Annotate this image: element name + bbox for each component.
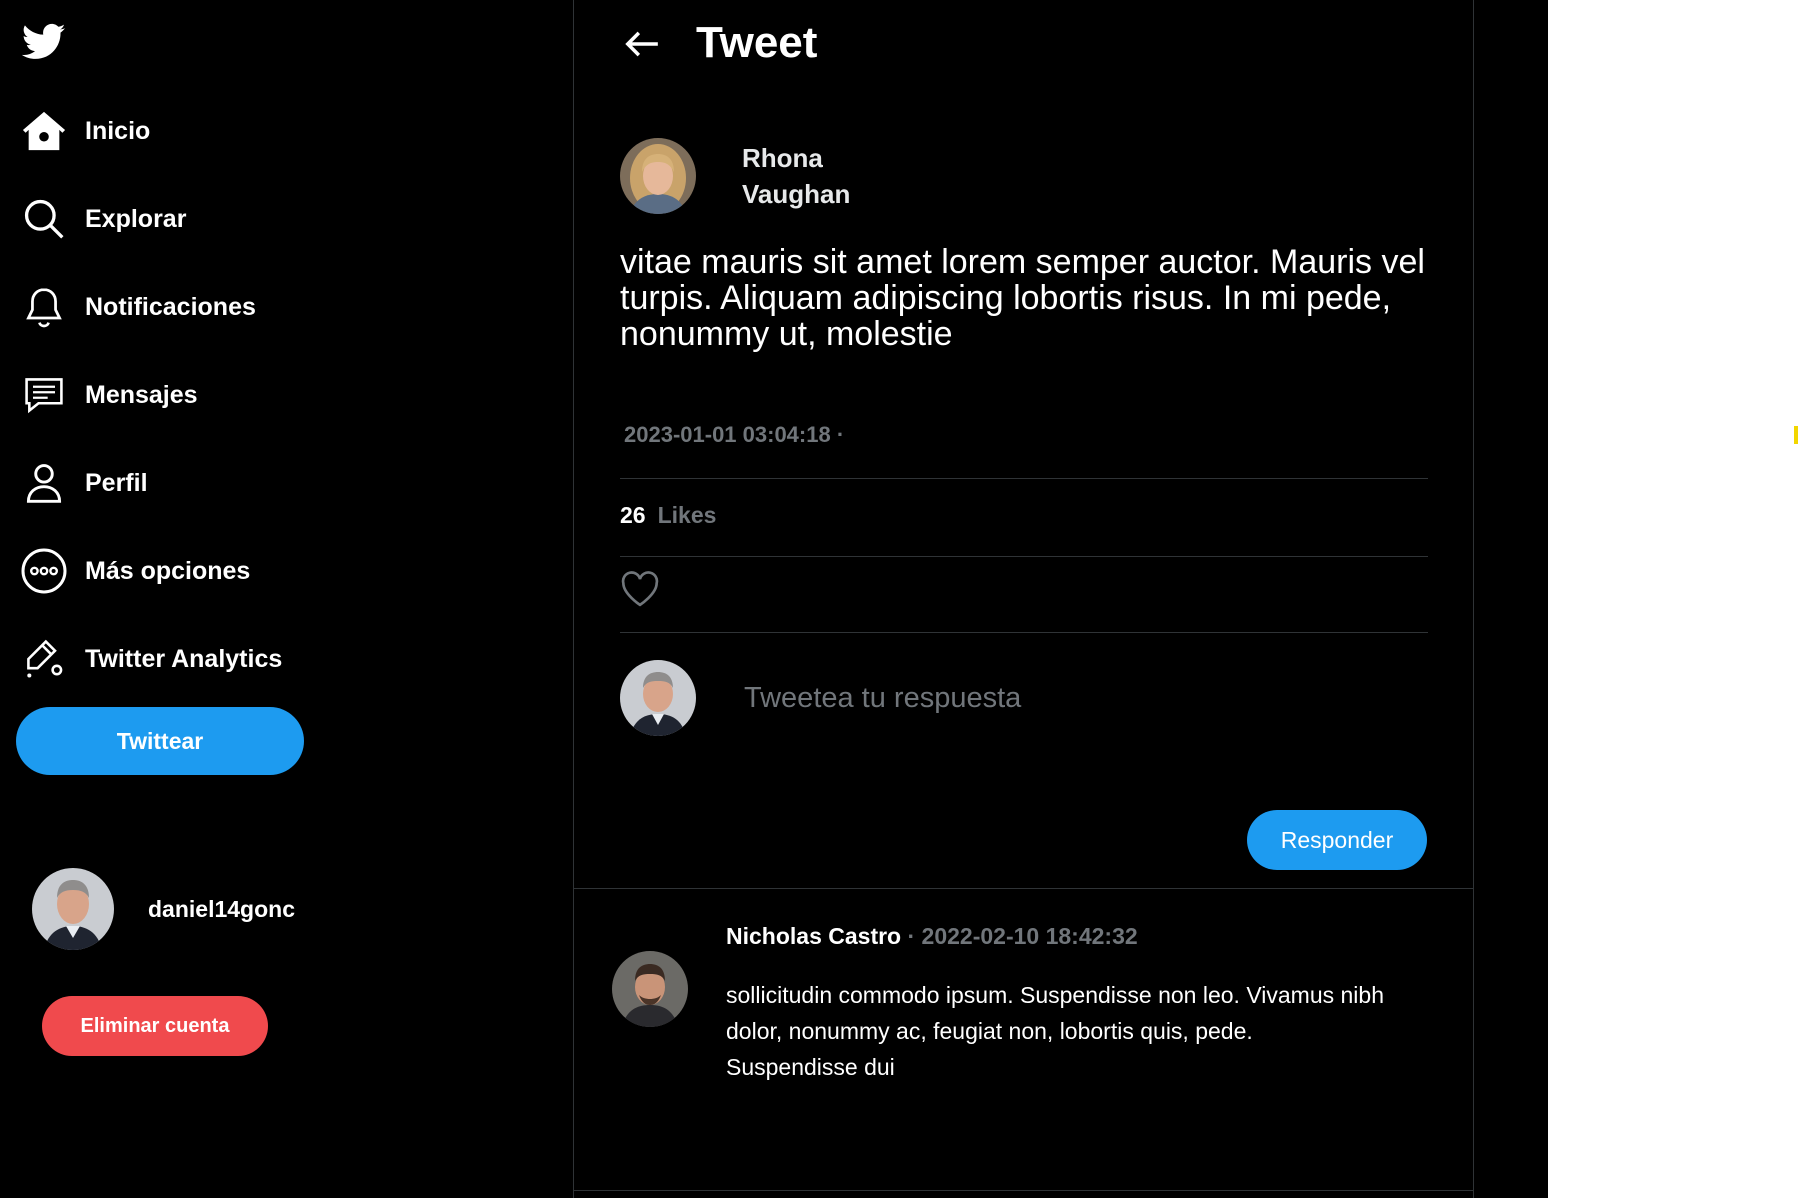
tweet-detail-panel: Tweet Rhona Vaughan vitae mauris sit ame… [573,0,1474,1198]
reply-text: sollicitudin commodo ipsum. Suspendisse … [726,982,1384,1080]
home-icon [20,107,68,155]
delete-account-button[interactable]: Eliminar cuenta [42,996,268,1056]
message-icon [20,371,68,419]
nav-item-twitter-analytics[interactable]: Twitter Analytics [20,631,282,687]
divider [620,556,1428,557]
heart-icon[interactable] [620,570,660,608]
tweet-timestamp: 2023-01-01 03:04:18 · [624,422,845,447]
avatar [612,951,688,1027]
current-user[interactable]: daniel14gonc [32,868,295,950]
nav-label: Inicio [85,116,151,145]
page-title: Tweet [696,18,818,67]
divider [620,632,1428,633]
tweet-author-name: Rhona Vaughan [742,140,892,212]
avatar [620,660,696,736]
nav-item-explorar[interactable]: Explorar [20,191,186,247]
nav-item-perfil[interactable]: Perfil [20,455,148,511]
nav-label: Mensajes [85,380,198,409]
author-first-name: Rhona [742,143,823,173]
reply-composer [620,660,1346,736]
app-window: Inicio Explorar Notificaciones Mensajes [0,0,1548,1198]
bell-icon [20,283,68,331]
search-icon [20,195,68,243]
analytics-icon [20,635,68,683]
sidebar: Inicio Explorar Notificaciones Mensajes [0,0,572,1198]
nav-item-mensajes[interactable]: Mensajes [20,367,198,423]
likes-summary[interactable]: 26 Likes [620,502,716,529]
author-last-name: Vaughan [742,179,851,209]
nav-label: Explorar [85,204,187,233]
reply-button[interactable]: Responder [1247,810,1427,870]
avatar [620,138,696,214]
nav-item-inicio[interactable]: Inicio [20,103,150,159]
more-icon [20,547,68,595]
user-icon [20,459,68,507]
reply-input[interactable] [742,667,1346,729]
current-username: daniel14gonc [148,895,295,922]
nav-label: Notificaciones [85,292,256,321]
tweet-text: vitae mauris sit amet lorem semper aucto… [620,243,1425,353]
likes-count: 26 [620,502,646,528]
divider [620,478,1428,479]
nav-item-mas-opciones[interactable]: Más opciones [20,543,250,599]
tweet-button[interactable]: Twittear [16,707,304,775]
reply-author: Nicholas Castro [726,923,902,949]
nav-label: Twitter Analytics [85,644,283,673]
twitter-bird-icon[interactable] [21,22,66,62]
reply-timestamp: · 2022-02-10 18:42:32 [901,923,1138,949]
nav-label: Más opciones [85,556,251,585]
nav-item-notificaciones[interactable]: Notificaciones [20,279,256,335]
tweet-author[interactable]: Rhona Vaughan [620,138,892,214]
likes-label: Likes [657,502,717,528]
back-arrow-icon[interactable] [620,22,664,66]
nav-label: Perfil [85,468,148,497]
avatar [32,868,114,950]
reply-item[interactable]: Nicholas Castro · 2022-02-10 18:42:32 so… [574,888,1473,1191]
reply-header: Nicholas Castro · 2022-02-10 18:42:32 [726,923,1138,950]
scroll-marker [1794,426,1798,444]
